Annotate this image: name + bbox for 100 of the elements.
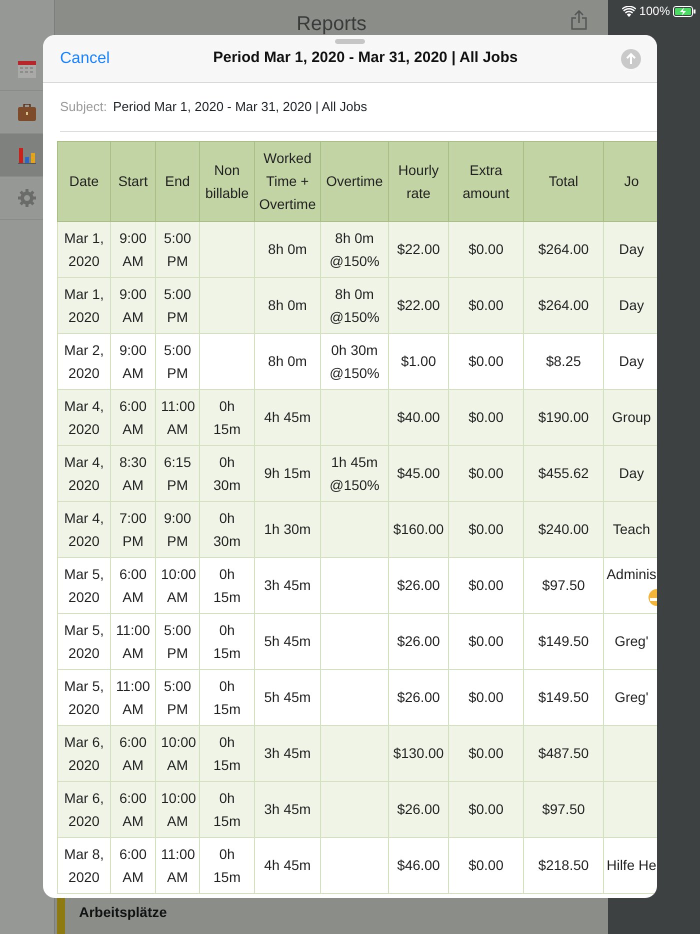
- table-cell: 0h 15m: [200, 782, 254, 838]
- table-cell: Mar 4, 2020: [58, 390, 110, 446]
- table-cell: $487.50: [524, 726, 604, 782]
- table-cell: $22.00: [388, 222, 448, 278]
- table-cell: 0h 15m: [200, 838, 254, 894]
- table-cell: $0.00: [448, 838, 524, 894]
- table-cell: 3h 45m: [254, 558, 320, 614]
- table-cell: 5h 45m: [254, 614, 320, 670]
- table-cell: $218.50: [524, 838, 604, 894]
- table-cell: [200, 278, 254, 334]
- table-cell: $0.00: [448, 782, 524, 838]
- table-cell: [320, 614, 388, 670]
- table-cell: 6:00 AM: [110, 782, 156, 838]
- briefcase-icon: [18, 104, 36, 120]
- table-cell: $46.00: [388, 838, 448, 894]
- column-header: Start: [110, 142, 156, 222]
- table-cell: Mar 8, 2020: [58, 838, 110, 894]
- table-cell: 7:00 PM: [110, 502, 156, 558]
- table-cell: Mar 5, 2020: [58, 558, 110, 614]
- table-cell: 11:00 AM: [156, 390, 200, 446]
- table-cell: $45.00: [388, 446, 448, 502]
- table-cell: $26.00: [388, 614, 448, 670]
- table-cell: 11:00 AM: [156, 838, 200, 894]
- column-header: Total: [524, 142, 604, 222]
- table-cell: 3h 45m: [254, 726, 320, 782]
- table-cell: 8h 0m: [254, 222, 320, 278]
- table-cell: [320, 838, 388, 894]
- table-cell: $22.00: [388, 278, 448, 334]
- section-marker: [57, 898, 65, 934]
- column-header: Worked Time + Overtime: [254, 142, 320, 222]
- table-cell: 10:00 AM: [156, 782, 200, 838]
- table-cell: Mar 4, 2020: [58, 446, 110, 502]
- table-cell: 8h 0m @150%: [320, 222, 388, 278]
- table-cell: Mar 5, 2020: [58, 614, 110, 670]
- table-cell: 5:00 PM: [156, 614, 200, 670]
- table-cell: 10:00 AM: [156, 558, 200, 614]
- table-cell: 6:00 AM: [110, 558, 156, 614]
- table-cell: 6:00 AM: [110, 726, 156, 782]
- table-cell: 0h 30m: [200, 446, 254, 502]
- table-cell: 8:30 AM: [110, 446, 156, 502]
- table-cell-text: Adminis: [606, 566, 656, 582]
- drag-handle[interactable]: [335, 39, 365, 44]
- subject-label: Subject:: [60, 98, 107, 116]
- table-cell: Mar 1, 2020: [58, 278, 110, 334]
- table-cell: $26.00: [388, 558, 448, 614]
- table-cell: [320, 782, 388, 838]
- table-cell: Mar 6, 2020: [58, 782, 110, 838]
- column-header: Non billable: [200, 142, 254, 222]
- table-cell: 1h 30m: [254, 502, 320, 558]
- table-cell: [320, 502, 388, 558]
- table-cell: 4h 45m: [254, 838, 320, 894]
- table-cell: $455.62: [524, 446, 604, 502]
- table-cell: 9h 15m: [254, 446, 320, 502]
- table-cell: 6:15 PM: [156, 446, 200, 502]
- table-cell: $97.50: [524, 558, 604, 614]
- calendar-icon: [18, 60, 36, 78]
- table-cell: 9:00 PM: [156, 502, 200, 558]
- table-cell: 0h 15m: [200, 558, 254, 614]
- table-cell: 9:00 AM: [110, 278, 156, 334]
- battery-percent: 100%: [639, 3, 670, 20]
- table-cell: $130.00: [388, 726, 448, 782]
- table-cell: 11:00 AM: [110, 614, 156, 670]
- table-cell: $190.00: [524, 390, 604, 446]
- column-header: End: [156, 142, 200, 222]
- table-cell: 10:00 AM: [156, 726, 200, 782]
- table-cell: Mar 6, 2020: [58, 726, 110, 782]
- table-cell: Day: [604, 278, 657, 334]
- table-cell: 8h 0m @150%: [320, 278, 388, 334]
- table-cell: $0.00: [448, 502, 524, 558]
- table-cell: $0.00: [448, 390, 524, 446]
- table-cell: 8h 0m: [254, 278, 320, 334]
- table-cell: $149.50: [524, 614, 604, 670]
- table-cell: Day: [604, 222, 657, 278]
- table-cell: Mar 1, 2020: [58, 222, 110, 278]
- table-cell: Teach: [604, 502, 657, 558]
- column-header: Jo: [604, 142, 657, 222]
- subject-value[interactable]: Period Mar 1, 2020 - Mar 31, 2020 | All Jobs: [112, 97, 368, 117]
- settings-icon: [18, 189, 36, 207]
- table-cell: [320, 558, 388, 614]
- table-cell: 0h 15m: [200, 726, 254, 782]
- table-cell: $264.00: [524, 222, 604, 278]
- column-header: Date: [58, 142, 110, 222]
- table-cell: Mar 4, 2020: [58, 502, 110, 558]
- table-cell: $0.00: [448, 278, 524, 334]
- table-cell: [320, 726, 388, 782]
- table-cell: Day: [604, 446, 657, 502]
- table-cell: 0h 30m: [200, 502, 254, 558]
- section-heading: Arbeitsplätze: [78, 903, 167, 922]
- table-cell: 0h 15m: [200, 390, 254, 446]
- table-cell: $264.00: [524, 278, 604, 334]
- table-cell: $0.00: [448, 558, 524, 614]
- table-cell: $0.00: [448, 614, 524, 670]
- table-cell: Group: [604, 390, 657, 446]
- table-cell: $240.00: [524, 502, 604, 558]
- column-header: Overtime: [320, 142, 388, 222]
- table-cell: $97.50: [524, 782, 604, 838]
- wifi-icon: [622, 6, 636, 16]
- sheet-title: Period Mar 1, 2020 - Mar 31, 2020 | All Jobs: [212, 48, 519, 68]
- table-cell: 6:00 AM: [110, 390, 156, 446]
- table-cell: 5:00 PM: [156, 278, 200, 334]
